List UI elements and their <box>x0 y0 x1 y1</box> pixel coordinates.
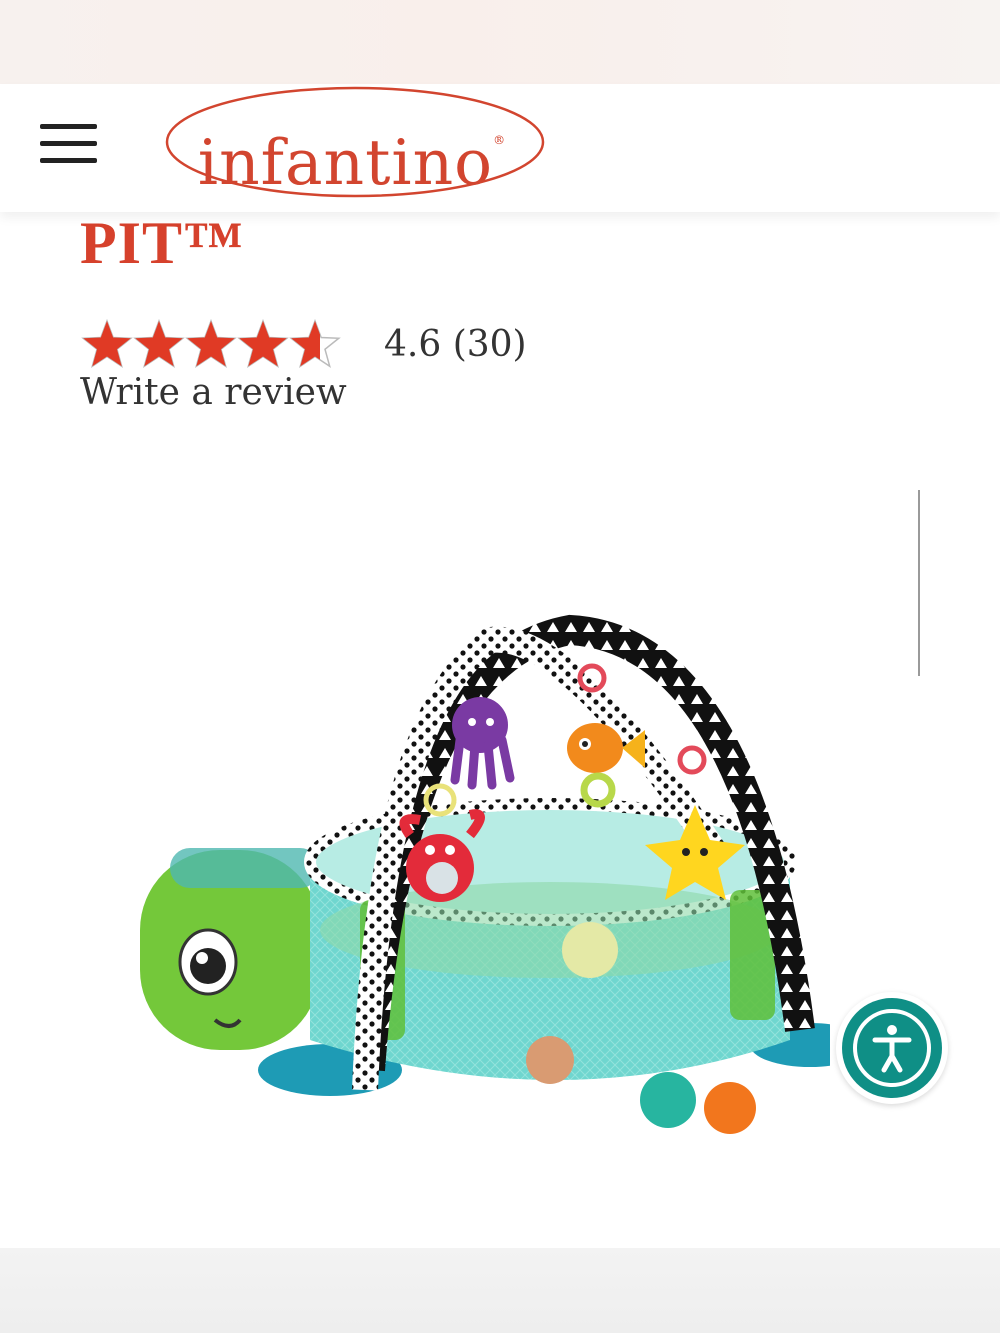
star-fill <box>187 321 235 367</box>
infantino-logo[interactable]: infantino® <box>162 84 550 202</box>
teal-ball <box>640 1072 696 1128</box>
bottom-blurred-area <box>0 1248 1000 1333</box>
octopus-toy <box>450 697 515 790</box>
site-header: infantino® <box>0 84 1000 212</box>
hamburger-menu-icon[interactable] <box>40 124 98 164</box>
turtle-activity-gym-ball-pit-image[interactable] <box>130 600 830 1150</box>
star-fill <box>83 321 131 367</box>
star-fill <box>239 321 287 367</box>
rating-stars[interactable] <box>80 318 350 372</box>
accessibility-person-icon <box>853 1009 931 1087</box>
orange-ball <box>704 1082 756 1134</box>
product-title: PIT™ <box>80 210 245 276</box>
star-fill <box>135 321 183 367</box>
write-review-link[interactable]: Write a review <box>80 370 347 416</box>
turtle-head <box>140 848 320 1050</box>
carousel-divider <box>918 490 920 676</box>
top-blurred-area <box>0 0 1000 84</box>
rating-value[interactable]: 4.6 (30) <box>384 318 527 372</box>
accessibility-badge <box>842 998 942 1098</box>
accessibility-button[interactable] <box>836 992 948 1104</box>
logo-wordmark: infantino® <box>197 126 507 199</box>
